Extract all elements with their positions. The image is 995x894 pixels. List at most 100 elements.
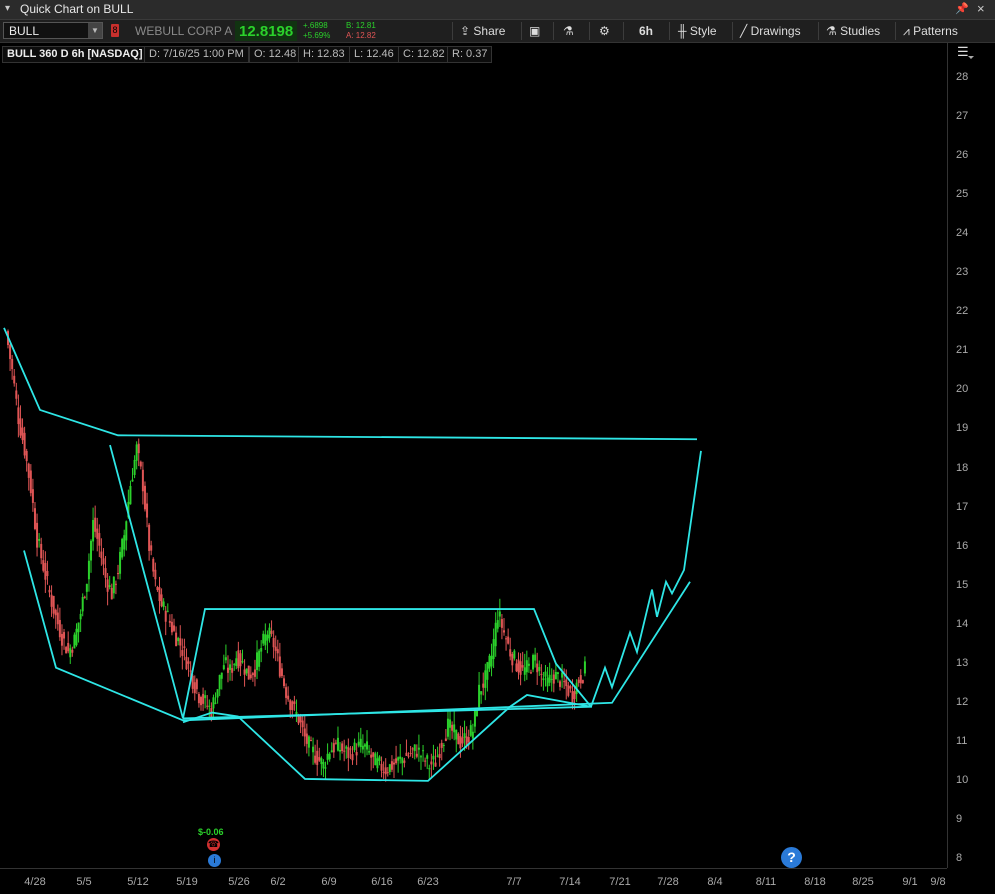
candle-body — [90, 540, 93, 561]
candle-body — [469, 725, 472, 736]
close-icon[interactable]: × — [977, 1, 985, 16]
ask: A: 12.82 — [346, 31, 376, 40]
candle-body — [372, 752, 375, 757]
trendline-drawing — [182, 705, 593, 720]
price-tick-label: 8 — [956, 852, 963, 864]
candle-body — [19, 418, 22, 436]
candle-body — [559, 681, 562, 687]
candle-body — [525, 660, 528, 673]
candle-body — [243, 669, 246, 675]
candle-body — [33, 508, 36, 529]
candle-body — [384, 767, 387, 775]
price-axis[interactable] — [947, 43, 995, 868]
price-chart[interactable] — [0, 62, 947, 868]
candle-body — [69, 648, 72, 658]
symbol-input[interactable]: BULL ▼ — [3, 22, 103, 39]
candle-body — [160, 594, 163, 607]
symbol-dropdown-icon[interactable]: ▼ — [88, 23, 102, 38]
candle-body — [256, 652, 259, 670]
price-tick-label: 25 — [956, 188, 969, 201]
candle-body — [573, 691, 576, 700]
candle-body — [563, 681, 566, 683]
candle-body — [515, 663, 518, 672]
settings-button[interactable]: ⚙ — [599, 21, 610, 41]
candle-body — [496, 620, 499, 629]
lab-button[interactable]: ⚗ — [563, 21, 574, 41]
candle-body — [283, 678, 286, 687]
price-tick-label: 24 — [956, 227, 969, 240]
candle-body — [550, 678, 553, 680]
candle-body — [401, 758, 404, 764]
collapse-icon[interactable]: ▾ — [5, 3, 10, 14]
candle-body — [484, 670, 487, 688]
date-tick-label: 5/19 — [176, 876, 198, 888]
date-tick-label: 9/8 — [930, 876, 946, 888]
price-tick-label: 26 — [956, 149, 969, 162]
bar-date: D: 7/16/25 1:00 PM — [144, 46, 249, 63]
candle-body — [451, 724, 454, 731]
candle-body — [457, 733, 460, 745]
candle-body — [220, 672, 223, 679]
flexible-grid-button[interactable]: ▣ — [529, 21, 540, 41]
candle-body — [148, 524, 151, 551]
price-tick-label: 23 — [956, 266, 969, 279]
help-icon[interactable]: ? — [781, 847, 802, 868]
price-tick-label: 27 — [956, 110, 969, 123]
candle-body — [94, 517, 97, 532]
candle-body — [11, 358, 14, 370]
earnings-icon[interactable]: ☎ — [207, 838, 220, 851]
candle-body — [123, 535, 126, 550]
patterns-button[interactable]: ⩘ Patterns — [903, 21, 958, 41]
studies-button[interactable]: ⚗ Studies — [826, 21, 880, 41]
style-button[interactable]: ╫ Style — [678, 21, 717, 41]
candle-body — [355, 752, 358, 756]
candle-body — [237, 650, 240, 669]
date-tick-label: 7/14 — [559, 876, 581, 888]
candle-body — [125, 521, 128, 541]
candle-body — [87, 560, 90, 580]
candle-body — [415, 753, 418, 757]
info-icon[interactable]: i — [208, 854, 221, 867]
candle-body — [521, 665, 524, 668]
candle-body — [351, 754, 354, 761]
candle-body — [523, 667, 526, 675]
candle-body — [291, 701, 294, 711]
candle-body — [287, 695, 290, 700]
candle-body — [366, 741, 369, 750]
candle-body — [23, 432, 26, 456]
candle-body — [569, 686, 572, 689]
candle-body — [341, 743, 344, 752]
candle-body — [424, 760, 427, 762]
hamburger-icon[interactable]: ☰ — [957, 44, 969, 60]
price-tick-label: 28 — [956, 71, 969, 83]
candle-body — [449, 719, 452, 728]
net-change: +.6898 — [303, 21, 328, 30]
bar-low: L: 12.46 — [349, 46, 399, 63]
candle-icon: ╫ — [678, 24, 687, 38]
candle-body — [42, 560, 45, 571]
flag-icon[interactable]: 8 — [111, 24, 119, 37]
candle-body — [278, 656, 281, 677]
drawings-button[interactable]: ╱ Drawings — [740, 21, 801, 41]
last-price: 12.8198 — [239, 23, 294, 40]
candle-body — [326, 753, 329, 760]
share-button[interactable]: ⇪ Share — [460, 21, 505, 41]
candle-body — [303, 728, 306, 737]
candle-body — [393, 762, 395, 765]
date-tick-label: 5/12 — [127, 876, 149, 888]
candle-body — [71, 649, 74, 653]
pin-icon[interactable]: 📌 — [955, 2, 969, 15]
candle-body — [455, 729, 458, 740]
candle-body — [548, 674, 551, 683]
timeframe-button[interactable]: 6h — [639, 21, 653, 41]
candle-body — [534, 654, 537, 661]
flask-icon: ⚗ — [563, 24, 574, 38]
candle-body — [274, 646, 277, 651]
candle-body — [361, 745, 364, 750]
candle-body — [272, 637, 275, 648]
candle-body — [121, 538, 124, 558]
gear-icon: ⚙ — [599, 24, 610, 38]
candle-body — [478, 684, 481, 708]
last-price-box: 12.8198 — [235, 21, 297, 41]
candle-body — [63, 632, 66, 639]
